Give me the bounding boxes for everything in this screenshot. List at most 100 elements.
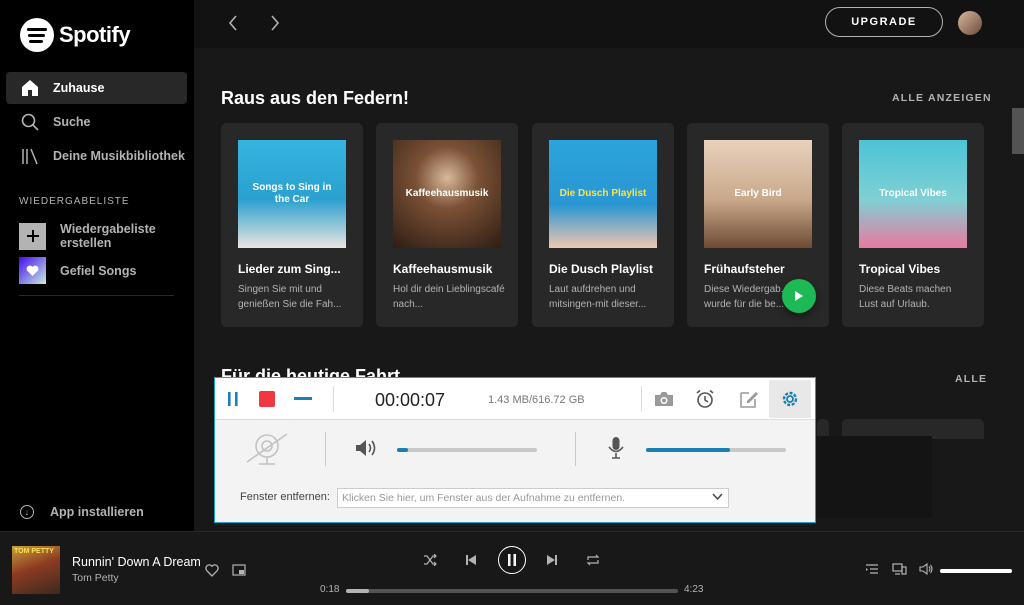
plus-icon (19, 222, 46, 250)
install-app-button[interactable]: ↓ App installieren (20, 505, 144, 519)
stop-recording-button[interactable] (255, 387, 279, 411)
playlist-card[interactable]: Early Bird Frühaufsteher Diese Wiedergab… (687, 123, 829, 327)
card-cover: Kaffeehausmusik (393, 140, 501, 248)
install-app-label: App installieren (50, 505, 144, 519)
schedule-button[interactable] (693, 387, 717, 411)
panel-divider (575, 432, 576, 466)
now-playing-cover[interactable]: TOM PETTY (12, 546, 60, 594)
back-arrow-icon[interactable] (222, 12, 244, 34)
library-icon (20, 146, 40, 166)
avatar[interactable] (958, 11, 982, 35)
heart-icon (19, 257, 46, 284)
card-description: Hol dir dein Lieblingscafé nach... (393, 284, 505, 310)
shuffle-icon[interactable] (422, 552, 438, 568)
edit-button[interactable] (737, 387, 761, 411)
system-audio-slider[interactable] (397, 448, 537, 452)
remove-window-select[interactable]: Klicken Sie hier, um Fenster aus der Auf… (337, 488, 729, 508)
playlist-card[interactable]: Tropical Vibes Tropical Vibes Diese Beat… (842, 123, 984, 327)
heart-icon[interactable] (204, 562, 220, 578)
liked-songs-label: Gefiel Songs (60, 263, 137, 278)
track-duration: 4:23 (684, 584, 704, 595)
speaker-icon[interactable] (355, 439, 377, 462)
recording-size: 1.43 MB/616.72 GB (488, 394, 585, 406)
card-title: Tropical Vibes (859, 262, 941, 276)
card-description: Laut aufdrehen und mitsingen-mit dieser.… (549, 284, 647, 310)
devices-icon[interactable] (891, 561, 907, 577)
pause-button[interactable] (498, 546, 526, 574)
repeat-icon[interactable] (585, 552, 601, 568)
search-icon (20, 112, 40, 132)
play-button[interactable] (782, 279, 816, 313)
pause-recording-button[interactable] (221, 387, 245, 411)
volume-icon[interactable] (918, 561, 934, 577)
edit-icon (740, 392, 758, 408)
playlist-card[interactable]: Kaffeehausmusik Kaffeehausmusik Hol dir … (376, 123, 518, 327)
card-title: Lieder zum Sing... (238, 262, 341, 276)
queue-icon[interactable] (864, 561, 880, 577)
microphone-slider[interactable] (646, 448, 786, 452)
card-cover: Early Bird (704, 140, 812, 248)
alarm-clock-icon (696, 389, 714, 408)
card-description: Singen Sie mit und genießen Sie die Fah.… (238, 284, 342, 310)
webcam-off-icon[interactable] (243, 432, 291, 471)
card-cover: Die Dusch Playlist (549, 140, 657, 248)
playback-progress-bar[interactable] (346, 589, 678, 593)
forward-arrow-icon[interactable] (264, 12, 286, 34)
card-description: Diese Beats machen Lust auf Urlaub. (859, 284, 952, 310)
chevron-down-icon (712, 491, 723, 503)
playlist-section-label: WIEDERGABELISTE (19, 196, 130, 207)
minimize-icon (294, 397, 312, 400)
pause-icon (508, 554, 516, 566)
logo-text: Spotify (59, 22, 131, 47)
minimize-button[interactable] (291, 387, 315, 411)
scrollbar-thumb[interactable] (1012, 108, 1024, 154)
playlist-card[interactable]: Songs to Sing in the Car Lieder zum Sing… (221, 123, 363, 327)
volume-slider[interactable] (940, 569, 1012, 573)
spotify-logo[interactable]: Spotify (20, 18, 131, 52)
cover-text: TOM PETTY (14, 548, 54, 555)
picture-in-picture-icon[interactable] (231, 562, 247, 578)
remove-window-label: Fenster entfernen: (240, 491, 330, 503)
nav-search[interactable]: Suche (6, 106, 187, 138)
player-bar: TOM PETTY Runnin' Down A Dream Tom Petty… (0, 531, 1024, 605)
top-bar: UPGRADE (194, 0, 1024, 48)
sidebar-divider (19, 295, 174, 296)
nav-library-label: Deine Musikbibliothek (53, 149, 185, 163)
volume-fill (940, 569, 1012, 573)
progress-fill (346, 589, 370, 593)
card-shadow-area (816, 436, 932, 518)
card-cover: Songs to Sing in the Car (238, 140, 346, 248)
see-all-link[interactable]: ALLE ANZEIGEN (892, 92, 992, 104)
liked-songs-button[interactable]: Gefiel Songs (19, 257, 136, 284)
card-title: Kaffeehausmusik (393, 262, 493, 276)
track-artist[interactable]: Tom Petty (72, 572, 119, 584)
screen-recorder-panel: 00:00:07 1.43 MB/616.72 GB Fenster entfe… (214, 377, 816, 523)
screenshot-button[interactable] (652, 387, 676, 411)
nav-library[interactable]: Deine Musikbibliothek (6, 140, 187, 172)
card-title: Frühaufsteher (704, 262, 785, 276)
stop-icon (259, 391, 275, 407)
previous-track-icon[interactable] (463, 552, 479, 568)
create-playlist-label: Wiedergabeliste erstellen (60, 222, 156, 250)
microphone-icon[interactable] (608, 436, 624, 465)
see-all-link[interactable]: ALLE (955, 373, 987, 385)
system-audio-level (397, 448, 409, 452)
panel-divider (325, 432, 326, 466)
section-title[interactable]: Raus aus den Federn! (221, 88, 409, 109)
home-icon (20, 78, 40, 98)
upgrade-button[interactable]: UPGRADE (825, 7, 943, 37)
toolbar-divider (641, 386, 642, 412)
settings-button[interactable] (769, 380, 811, 418)
card-cover: Tropical Vibes (859, 140, 967, 248)
download-icon: ↓ (20, 505, 34, 519)
track-title[interactable]: Runnin' Down A Dream (72, 555, 201, 569)
create-playlist-button[interactable]: Wiedergabeliste erstellen (19, 222, 160, 250)
nav-search-label: Suche (53, 115, 91, 129)
nav-home-label: Zuhause (53, 81, 105, 95)
next-track-icon[interactable] (544, 552, 560, 568)
playlist-card[interactable]: Die Dusch Playlist Die Dusch Playlist La… (532, 123, 674, 327)
nav-home[interactable]: Zuhause (6, 72, 187, 104)
spotify-logo-icon (20, 18, 54, 52)
recorder-toolbar: 00:00:07 1.43 MB/616.72 GB (215, 378, 815, 420)
gear-icon (782, 391, 798, 407)
